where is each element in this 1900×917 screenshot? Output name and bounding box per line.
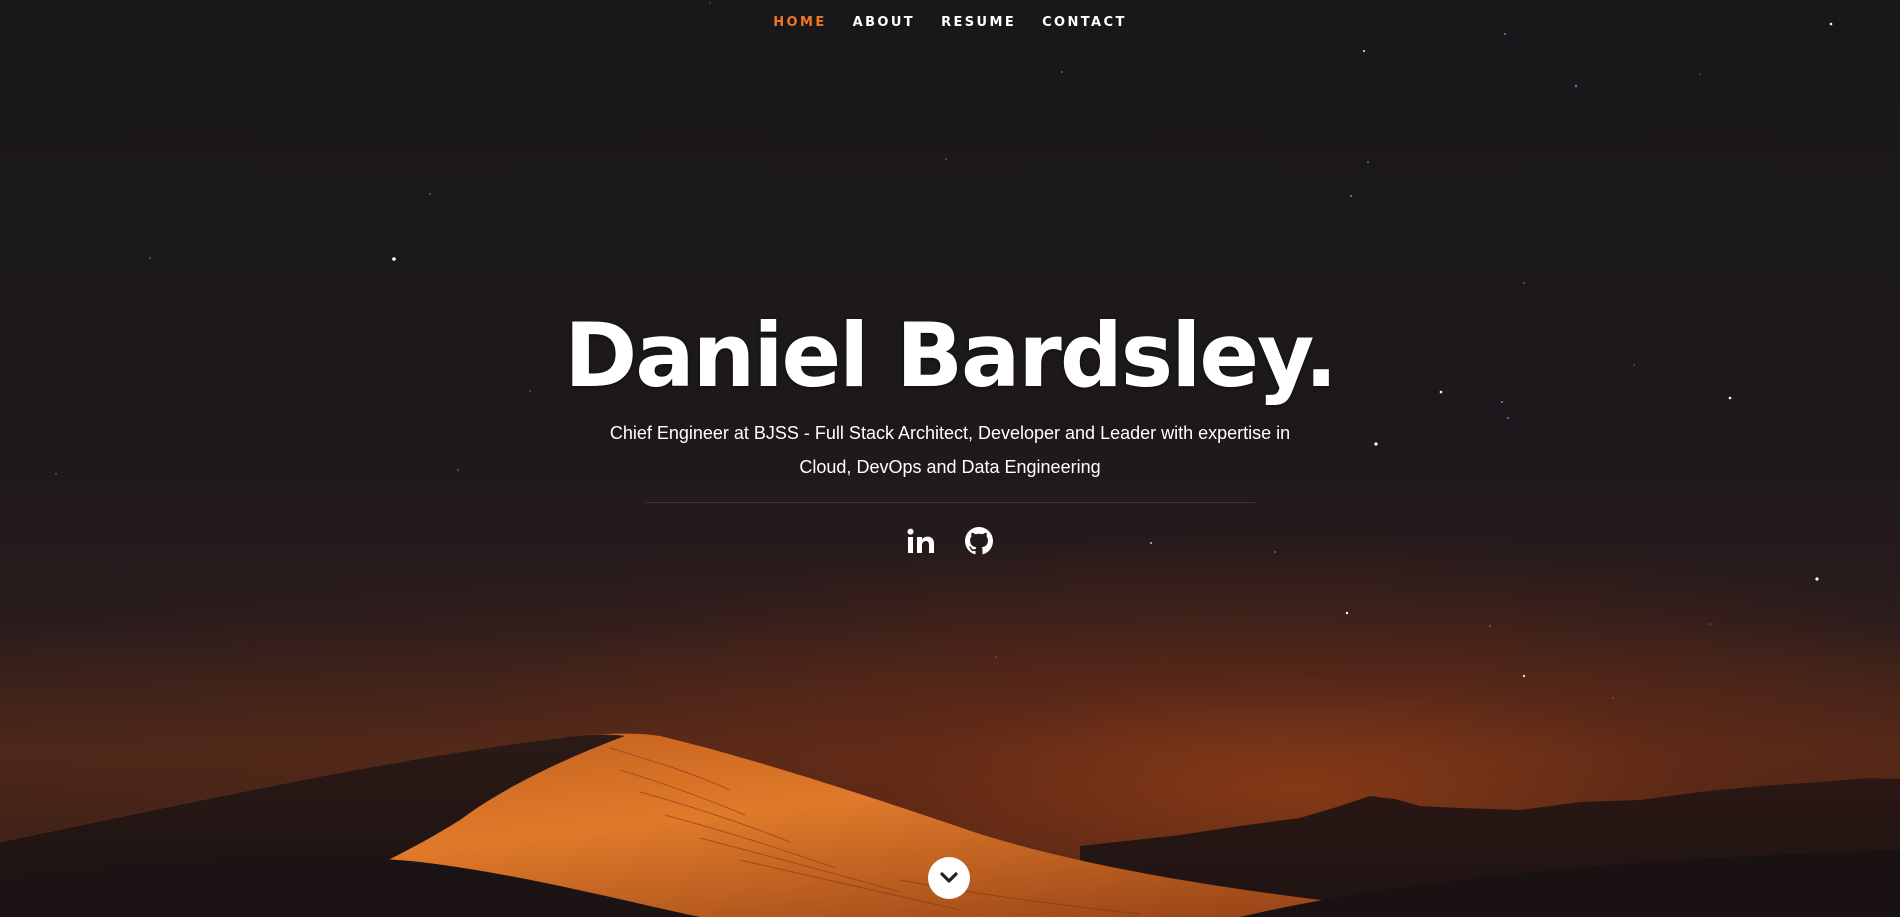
hero-section: Home About Resume Contact Daniel Bardsle… — [0, 0, 1900, 917]
scroll-down-button[interactable] — [928, 857, 970, 899]
page-title: Daniel Bardsley. — [564, 304, 1338, 407]
main-nav: Home About Resume Contact — [0, 0, 1900, 46]
nav-item-about[interactable]: About — [853, 0, 915, 46]
divider — [645, 502, 1255, 503]
banner: Daniel Bardsley. Chief Engineer at BJSS … — [0, 300, 1900, 557]
nav-item-home[interactable]: Home — [773, 0, 826, 46]
nav-item-resume[interactable]: Resume — [941, 0, 1016, 46]
nav-item-contact[interactable]: Contact — [1042, 0, 1127, 46]
social-links — [0, 525, 1900, 557]
chevron-down-icon — [940, 872, 958, 883]
subtitle: Chief Engineer at BJSS - Full Stack Arch… — [609, 423, 1291, 477]
github-link[interactable] — [963, 525, 995, 557]
linkedin-icon — [907, 528, 934, 553]
github-icon — [965, 527, 993, 555]
linkedin-link[interactable] — [905, 525, 937, 557]
